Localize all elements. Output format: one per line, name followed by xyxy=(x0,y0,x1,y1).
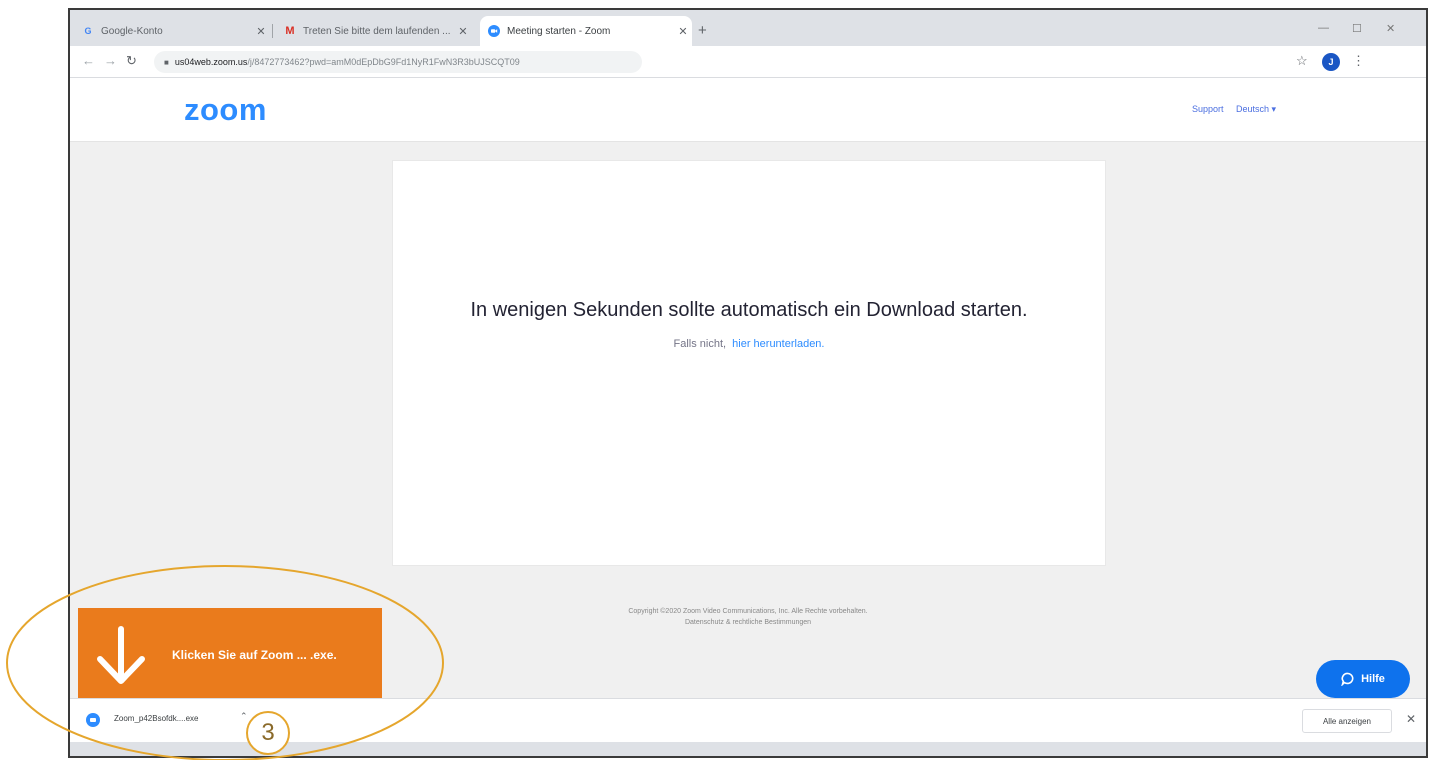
close-icon[interactable]: ✕ xyxy=(674,25,692,38)
reload-icon[interactable]: ↻ xyxy=(126,53,137,69)
step-number-badge: 3 xyxy=(246,711,290,755)
help-label: Hilfe xyxy=(1361,673,1385,685)
bookmark-star-icon[interactable]: ☆ xyxy=(1296,53,1308,69)
tab-title: Treten Sie bitte dem laufenden ... xyxy=(303,25,451,37)
forward-arrow-icon[interactable]: → xyxy=(104,53,117,68)
url-host: us04web.zoom.us xyxy=(174,57,248,67)
support-link[interactable]: Support xyxy=(1192,104,1224,114)
close-icon[interactable]: ✕ xyxy=(252,25,270,38)
browser-window: G Google-Konto ✕ M Treten Sie bitte dem … xyxy=(68,8,1428,758)
download-card: In wenigen Sekunden sollte automatisch e… xyxy=(392,160,1106,566)
tab-zoom-meeting[interactable]: Meeting starten - Zoom ✕ xyxy=(480,16,692,46)
tab-separator xyxy=(272,24,273,38)
close-shelf-button[interactable]: ✕ xyxy=(1406,712,1416,726)
lock-icon: ■ xyxy=(164,57,169,67)
chevron-up-icon[interactable]: ⌃ xyxy=(240,711,248,722)
download-message: In wenigen Sekunden sollte automatisch e… xyxy=(470,299,1028,321)
down-arrow-icon xyxy=(97,626,145,684)
tab-title: Meeting starten - Zoom xyxy=(507,25,611,37)
back-arrow-icon[interactable]: ← xyxy=(82,53,95,68)
zoom-header: zoom Support Deutsch ▾ xyxy=(70,78,1426,142)
tab-google-account[interactable]: G Google-Konto ✕ xyxy=(74,16,270,46)
window-close-icon[interactable]: ✕ xyxy=(1386,22,1395,35)
help-button[interactable]: Hilfe xyxy=(1316,660,1410,698)
tab-gmail[interactable]: M Treten Sie bitte dem laufenden ... ✕ xyxy=(276,16,472,46)
zoom-logo[interactable]: zoom xyxy=(184,92,267,128)
zoom-file-icon xyxy=(86,713,100,727)
fallback-prefix: Falls nicht, xyxy=(673,338,727,350)
language-selector[interactable]: Deutsch ▾ xyxy=(1236,104,1276,115)
close-icon[interactable]: ✕ xyxy=(454,25,472,38)
zoom-favicon-icon xyxy=(488,25,500,37)
screenshot-stage: G Google-Konto ✕ M Treten Sie bitte dem … xyxy=(0,0,1434,760)
callout-box: Klicken Sie auf Zoom ... .exe. xyxy=(78,608,382,702)
profile-avatar[interactable]: J xyxy=(1322,53,1340,71)
maximize-icon[interactable]: ☐ xyxy=(1352,22,1362,35)
new-tab-button[interactable]: + xyxy=(698,23,707,38)
address-bar[interactable]: ■ us04web.zoom.us /j/8472773462?pwd=amM0… xyxy=(154,51,642,73)
show-all-button[interactable]: Alle anzeigen xyxy=(1302,709,1392,733)
google-favicon-icon: G xyxy=(84,26,92,36)
chat-bubble-icon xyxy=(1341,672,1354,686)
browser-toolbar: ← → ↻ ■ us04web.zoom.us /j/8472773462?pw… xyxy=(70,46,1426,78)
url-path: /j/8472773462?pwd=amM0dEpDbG9Fd1NyR1FwN3… xyxy=(247,57,520,67)
menu-kebab-icon[interactable]: ⋮ xyxy=(1352,53,1365,69)
callout-text: Klicken Sie auf Zoom ... .exe. xyxy=(172,648,337,662)
gmail-favicon-icon: M xyxy=(285,25,295,37)
fallback-text: Falls nicht, hier herunterladen. xyxy=(393,338,1105,350)
download-item[interactable]: Zoom_p42Bsofdk....exe xyxy=(114,714,199,723)
download-here-link[interactable]: hier herunterladen. xyxy=(732,338,824,350)
tab-strip: G Google-Konto ✕ M Treten Sie bitte dem … xyxy=(70,10,1426,46)
zoom-download-page: zoom Support Deutsch ▾ In wenigen Sekund… xyxy=(70,78,1426,702)
tab-title: Google-Konto xyxy=(101,25,163,37)
minimize-icon[interactable]: — xyxy=(1318,22,1329,34)
